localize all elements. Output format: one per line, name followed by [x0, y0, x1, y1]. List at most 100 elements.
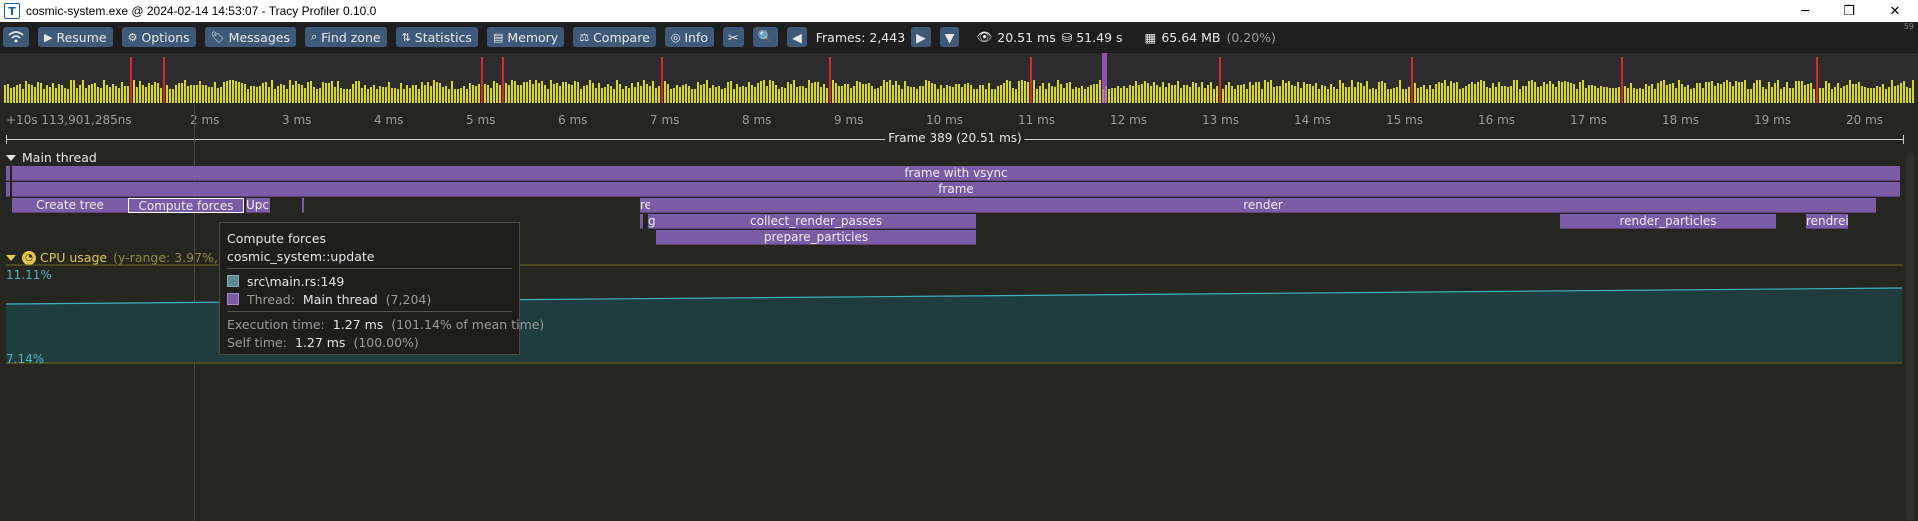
frame-bar[interactable] — [283, 85, 285, 103]
frame-bar[interactable] — [826, 88, 828, 103]
frame-bar[interactable] — [577, 82, 579, 103]
frame-bar[interactable] — [1042, 83, 1044, 103]
zone-render-particles[interactable]: render_particles — [1560, 214, 1776, 229]
frame-bar[interactable] — [1909, 88, 1911, 103]
frame-bar[interactable] — [709, 88, 711, 103]
frame-bar[interactable] — [193, 85, 195, 103]
frame-bar[interactable] — [1393, 88, 1395, 103]
frame-bar[interactable] — [610, 86, 612, 103]
frame-bar[interactable] — [1663, 80, 1665, 103]
minimize-button[interactable]: ─ — [1782, 0, 1828, 22]
frame-set-dropdown[interactable]: ▼ — [939, 27, 960, 47]
frame-bar[interactable] — [1702, 88, 1704, 103]
frame-bar[interactable] — [1624, 86, 1626, 103]
frame-bar[interactable] — [1372, 88, 1374, 103]
frame-bar[interactable] — [1597, 88, 1599, 103]
frame-bar[interactable] — [646, 84, 648, 103]
frame-bar[interactable] — [1483, 81, 1485, 103]
frame-bar[interactable] — [619, 84, 621, 103]
frame-bar[interactable] — [1645, 84, 1647, 103]
frame-bar[interactable] — [1096, 84, 1098, 103]
frame-bar[interactable] — [1132, 86, 1134, 103]
frame-bar[interactable] — [1021, 80, 1023, 103]
frame-bar[interactable] — [1603, 87, 1605, 103]
frame-bar[interactable] — [538, 83, 540, 103]
frame-bar[interactable] — [28, 84, 30, 103]
frame-bar[interactable] — [697, 82, 699, 103]
frame-bar[interactable] — [1063, 88, 1065, 103]
frame-bar[interactable] — [1543, 82, 1545, 103]
frame-bar[interactable] — [430, 86, 432, 103]
frame-bar[interactable] — [277, 86, 279, 103]
compare-button[interactable]: ⚖ Compare — [573, 27, 656, 47]
frame-bar[interactable] — [532, 84, 534, 103]
frame-bar[interactable] — [373, 85, 375, 103]
frame-bar[interactable] — [1282, 80, 1284, 103]
frame-bar[interactable] — [1297, 82, 1299, 103]
frame-bar[interactable] — [1744, 80, 1746, 103]
frame-bar[interactable] — [796, 87, 798, 103]
frame-bar[interactable] — [514, 81, 516, 103]
frame-bar[interactable] — [1180, 88, 1182, 103]
frame-bar[interactable] — [292, 85, 294, 103]
frame-bar[interactable] — [1600, 86, 1602, 103]
frame-bar[interactable] — [1423, 85, 1425, 103]
frame-bar[interactable] — [301, 85, 303, 103]
cpu-usage-header[interactable]: ◔ CPU usage (y-range: 3.97%, visi — [6, 250, 243, 265]
next-frame-button[interactable]: ▶ — [911, 27, 931, 47]
frame-bar[interactable] — [1108, 89, 1110, 103]
frame-bar[interactable] — [490, 88, 492, 103]
frame-bar[interactable] — [1693, 88, 1695, 103]
frame-bar[interactable] — [1582, 80, 1584, 103]
frame-bar[interactable] — [1783, 87, 1785, 103]
frame-bar[interactable] — [451, 81, 453, 103]
frame-bar[interactable] — [592, 83, 594, 103]
frame-bar[interactable] — [1654, 89, 1656, 103]
frame-bar[interactable] — [1468, 84, 1470, 103]
frame-bar[interactable] — [1051, 86, 1053, 103]
frame-bar[interactable] — [256, 87, 258, 103]
frame-bar[interactable] — [679, 87, 681, 103]
frame-bar[interactable] — [844, 84, 846, 103]
frame-bar[interactable] — [112, 84, 114, 103]
frame-bar[interactable] — [1684, 87, 1686, 103]
frame-bar[interactable] — [481, 57, 483, 103]
frame-bar[interactable] — [694, 89, 696, 103]
frame-bar[interactable] — [691, 89, 693, 103]
frame-bar[interactable] — [1294, 86, 1296, 103]
frame-bar[interactable] — [1159, 87, 1161, 103]
frame-bar[interactable] — [1138, 85, 1140, 103]
frame-bar[interactable] — [1786, 82, 1788, 103]
frame-bar[interactable] — [625, 86, 627, 103]
frame-bar[interactable] — [589, 80, 591, 103]
frame-bar[interactable] — [202, 85, 204, 103]
frame-bar[interactable] — [76, 88, 78, 103]
frame-bar[interactable] — [994, 89, 996, 103]
frame-bar[interactable] — [1348, 87, 1350, 103]
frame-bar[interactable] — [1570, 83, 1572, 103]
frame-bar[interactable] — [1840, 88, 1842, 103]
frame-bar[interactable] — [841, 86, 843, 103]
frame-bar[interactable] — [718, 86, 720, 103]
frame-bar[interactable] — [799, 86, 801, 103]
frame-bar[interactable] — [583, 86, 585, 103]
frame-bar[interactable] — [835, 83, 837, 103]
frame-bar[interactable] — [22, 89, 24, 103]
frame-bar[interactable] — [67, 89, 69, 103]
frame-bar[interactable] — [1546, 84, 1548, 103]
frame-bar[interactable] — [1528, 81, 1530, 103]
frame-bar[interactable] — [1609, 88, 1611, 103]
frame-bar[interactable] — [1264, 80, 1266, 103]
frame-bar[interactable] — [1846, 85, 1848, 103]
frame-bar[interactable] — [748, 82, 750, 103]
frame-bar[interactable] — [1429, 85, 1431, 103]
frame-bar[interactable] — [1717, 83, 1719, 103]
selected-frame-marker[interactable] — [1102, 53, 1107, 103]
frame-bar[interactable] — [199, 81, 201, 103]
resume-button[interactable]: ▶ Resume — [38, 27, 113, 47]
frame-bar[interactable] — [847, 84, 849, 103]
frame-bar[interactable] — [1270, 80, 1272, 103]
frame-bar[interactable] — [1873, 88, 1875, 103]
frame-bar[interactable] — [238, 82, 240, 103]
frame-bar[interactable] — [1438, 82, 1440, 103]
